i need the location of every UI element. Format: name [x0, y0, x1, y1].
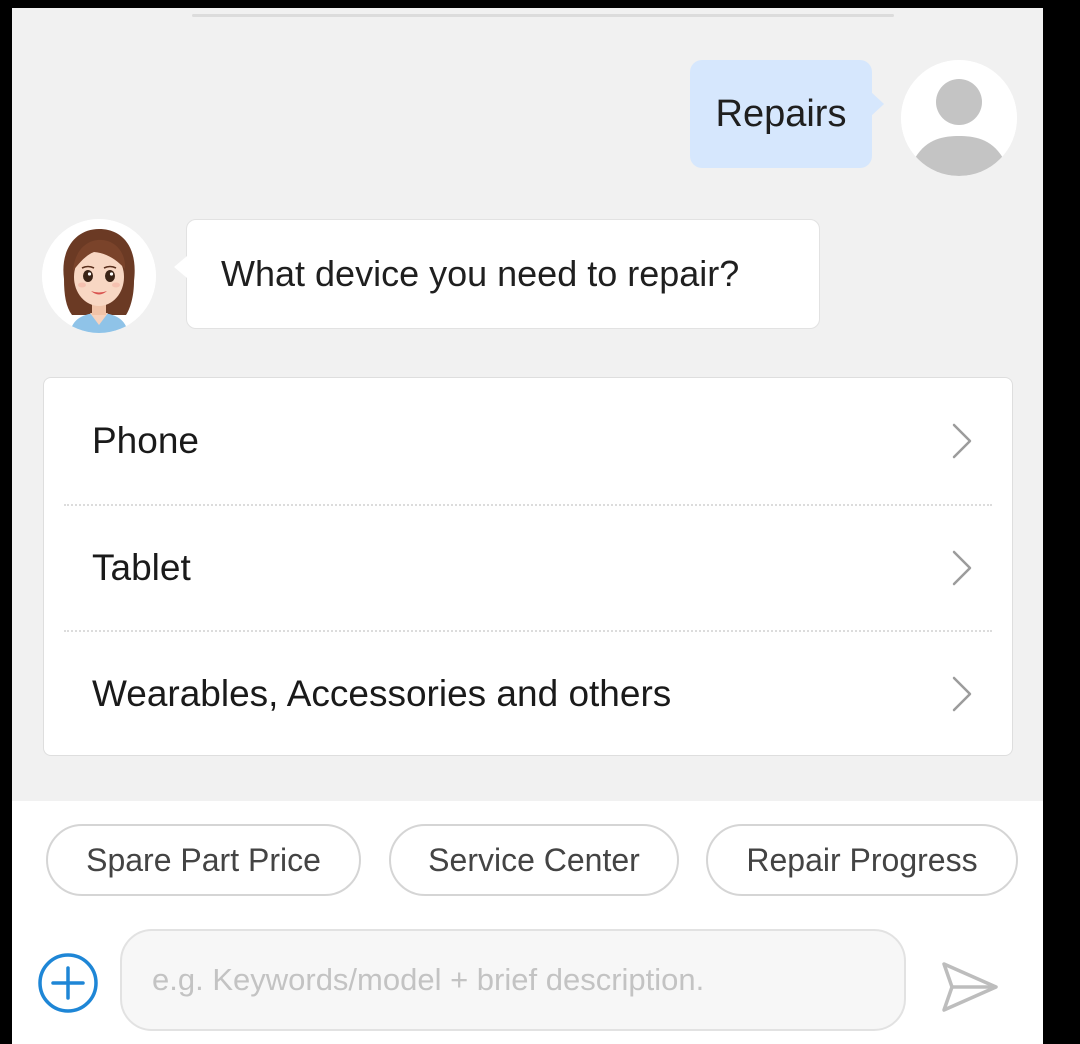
- message-input[interactable]: [120, 929, 906, 1031]
- option-phone[interactable]: Phone: [44, 378, 1012, 504]
- chat-screen: Repairs What device you need to repair? …: [12, 8, 1043, 1044]
- bot-message-text: What device you need to repair?: [221, 253, 740, 294]
- default-user-avatar-icon: [901, 60, 1017, 176]
- quick-reply-repair-progress[interactable]: Repair Progress: [706, 824, 1018, 896]
- chip-label: Spare Part Price: [86, 841, 321, 878]
- user-message-text: Repairs: [715, 92, 847, 135]
- chevron-right-icon: [952, 550, 972, 586]
- option-wearables[interactable]: Wearables, Accessories and others: [44, 631, 1012, 757]
- chevron-right-icon: [952, 423, 972, 459]
- chip-label: Repair Progress: [746, 841, 978, 878]
- option-label: Tablet: [92, 547, 191, 588]
- bot-message-bubble: What device you need to repair?: [174, 219, 820, 329]
- previous-message-edge: [192, 14, 894, 17]
- user-message-bubble: Repairs: [690, 60, 884, 168]
- chip-label: Service Center: [428, 841, 640, 878]
- option-label: Phone: [92, 420, 199, 461]
- chevron-right-icon: [952, 676, 972, 712]
- chat-history[interactable]: Repairs What device you need to repair? …: [12, 8, 1043, 801]
- quick-reply-spare-part-price[interactable]: Spare Part Price: [46, 824, 361, 896]
- send-icon[interactable]: [938, 958, 1002, 1016]
- device-options-card: Phone Tablet Wearables, Accessories and …: [43, 377, 1013, 756]
- plus-circle-icon[interactable]: [37, 952, 99, 1014]
- assistant-avatar: [42, 219, 156, 333]
- option-label: Wearables, Accessories and others: [92, 673, 672, 714]
- option-tablet[interactable]: Tablet: [44, 505, 1012, 631]
- quick-reply-service-center[interactable]: Service Center: [389, 824, 679, 896]
